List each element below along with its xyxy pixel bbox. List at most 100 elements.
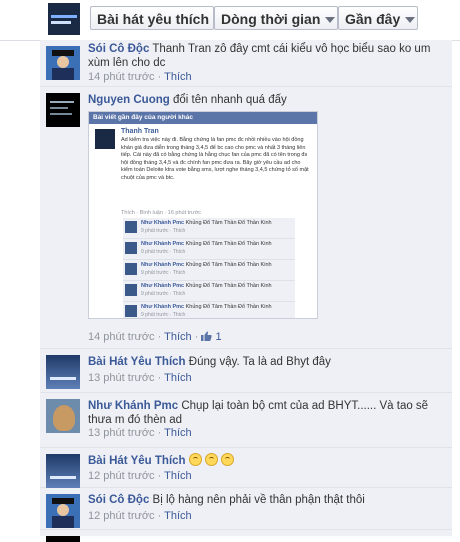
avatar[interactable] — [46, 454, 80, 488]
reply-name: Như Khánh Pmc — [141, 220, 185, 226]
filter-page-name-button[interactable]: Bài hát yêu thích — [90, 6, 214, 30]
comment-item: Bài Hát Yêu Thích 12 phút trước · Thích — [40, 448, 452, 488]
reply-name: Như Khánh Pmc — [141, 241, 185, 247]
filter-label: Gần đây — [345, 11, 401, 27]
comment-text: Đúng vậy. Ta là ad Bhyt đây — [188, 356, 331, 368]
reply-tail: Đổ Tâm Thần Đổ Thần Kinh — [203, 241, 272, 247]
page-thumbnail[interactable] — [48, 3, 80, 35]
comment-body: Sói Cô Độc Thanh Tran zô đây cmt cái kiể… — [88, 42, 444, 70]
screenshot-text: Ad kiểm tra việc này đi. Bằng chứng là f… — [121, 137, 309, 181]
avatar[interactable] — [46, 494, 80, 528]
separator: · — [194, 331, 199, 343]
reply-tail: Đổ Tâm Thần Đổ Thần Kinh — [203, 220, 272, 226]
comment-meta: 14 phút trước · Thích — [88, 71, 192, 83]
chevron-down-icon — [325, 17, 336, 24]
commenter-name-link[interactable]: Bài Hát Yêu Thích — [88, 356, 186, 368]
comment-time[interactable]: 13 phút trước — [88, 372, 155, 384]
like-link[interactable]: Thích — [164, 372, 192, 384]
comment-meta: 13 phút trước · Thích — [88, 427, 192, 439]
filter-label: Bài hát yêu thích — [97, 11, 210, 27]
avatar[interactable] — [46, 46, 80, 80]
comment-time[interactable]: 14 phút trước — [88, 331, 155, 343]
avatar[interactable] — [46, 93, 80, 127]
emoticon-icon — [220, 453, 234, 466]
reply-tail: Đổ Tâm Thần Đổ Thần Kinh — [203, 283, 272, 289]
reply-time: 9 phút trước · Thích — [141, 228, 186, 234]
avatar[interactable] — [46, 355, 80, 389]
commenter-name-link[interactable]: Sói Cô Độc — [88, 494, 149, 506]
separator: · — [157, 372, 162, 384]
comment-time[interactable]: 14 phút trước — [88, 71, 155, 83]
chevron-down-icon — [405, 17, 416, 24]
comment-text: đổi tên nhanh quá đấy — [172, 94, 287, 106]
comment-body: Bài Hát Yêu Thích Đúng vậy. Ta là ad Bhy… — [88, 355, 444, 369]
reply-text: Khủng — [185, 220, 202, 226]
avatar[interactable] — [46, 536, 80, 542]
comment-item: Như Khánh Pmc Chụp lại toàn bộ cmt của a… — [40, 393, 452, 448]
comment-body: Sói Cô Độc Bị lộ hàng nên phải về thân p… — [88, 493, 444, 507]
comment-body: Nguyen Cuong đổi tên nhanh quá đấy — [88, 93, 444, 107]
comment-item: Bài Hát Yêu Thích Đúng vậy. Ta là ad Bhy… — [40, 349, 452, 393]
like-count-value: 1 — [215, 331, 222, 343]
filter-timeline-dropdown[interactable]: Dòng thời gian — [214, 6, 338, 30]
separator: · — [157, 510, 162, 522]
commenter-name-link[interactable]: Nguyen Cuong — [88, 94, 170, 106]
screenshot-reply: Như Khánh Pmc Khủng Đổ Tâm Thần Đổ Thần … — [123, 302, 295, 318]
like-link[interactable]: Thích — [164, 331, 192, 343]
like-link[interactable]: Thích — [164, 510, 192, 522]
emoticon-icon — [204, 453, 218, 466]
screenshot-reply: Như Khánh Pmc Khủng Đổ Tâm Thần Đổ Thần … — [123, 260, 295, 281]
filter-label: Dòng thời gian — [221, 11, 321, 27]
like-link[interactable]: Thích — [164, 71, 192, 83]
reply-time: 9 phút trước · Thích — [141, 249, 186, 255]
reply-name: Như Khánh Pmc — [141, 304, 185, 310]
comment-item: Sói Cô Độc Thanh Tran zô đây cmt cái kiể… — [40, 40, 452, 87]
comment-body: Bài Hát Yêu Thích — [88, 453, 444, 468]
reply-text: Khủng — [185, 304, 202, 310]
like-link[interactable]: Thích — [164, 470, 192, 482]
separator: · — [157, 470, 162, 482]
comment-time[interactable]: 12 phút trước — [88, 510, 155, 522]
commenter-name-link[interactable]: Sói Cô Độc — [88, 43, 149, 55]
commenter-name-link[interactable]: Như Khánh Pmc — [88, 400, 178, 412]
screenshot-reply: Như Khánh Pmc Khủng Đổ Tâm Thần Đổ Thần … — [123, 239, 295, 260]
filter-bar: Bài hát yêu thích Dòng thời gian Gần đây — [0, 0, 460, 41]
like-link[interactable]: Thích — [164, 427, 192, 439]
avatar[interactable] — [46, 399, 80, 433]
attached-screenshot[interactable]: Bài viết gần đây của người khác Thanh Tr… — [88, 111, 318, 319]
comment-feed: Sói Cô Độc Thanh Tran zô đây cmt cái kiể… — [40, 40, 452, 542]
reply-name: Như Khánh Pmc — [141, 283, 185, 289]
reply-text: Khủng — [185, 262, 202, 268]
comment-time[interactable]: 12 phút trước — [88, 470, 155, 482]
comment-item: Nguyen Cuong đổi tên nhanh quá đấy Bài v… — [40, 87, 452, 349]
commenter-name-link[interactable]: Bài Hát Yêu Thích — [88, 455, 186, 467]
comment-body: Như Khánh Pmc Chụp lại toàn bộ cmt của a… — [88, 399, 444, 427]
reply-time: 9 phút trước · Thích — [141, 291, 186, 297]
reply-text: Khủng — [185, 283, 202, 289]
separator: · — [157, 427, 162, 439]
screenshot-name: Thanh Tran — [121, 128, 159, 135]
filter-recent-dropdown[interactable]: Gần đây — [338, 6, 418, 30]
reply-tail: Đổ Tâm Thần Đổ Thần Kinh — [203, 262, 272, 268]
comment-meta: 14 phút trước · Thích · 1 — [88, 331, 222, 343]
comment-meta: 12 phút trước · Thích — [88, 510, 192, 522]
emoticon-icon — [188, 453, 202, 466]
comment-time[interactable]: 13 phút trước — [88, 427, 155, 439]
reply-tail: Đổ Tâm Thần Đổ Thần Kinh — [203, 304, 272, 310]
comment-item: Sói Cô Độc Bị lộ hàng nên phải về thân p… — [40, 488, 452, 530]
reply-time: 9 phút trước · Thích — [141, 312, 186, 318]
screenshot-reply: Như Khánh Pmc Khủng Đổ Tâm Thần Đổ Thần … — [123, 218, 295, 239]
comment-text: Bị lộ hàng nên phải về thân phận thật th… — [152, 494, 365, 506]
screenshot-meta: Thích · Bình luận · 16 phút trước — [121, 210, 202, 216]
reply-text: Khủng — [185, 241, 202, 247]
comment-item — [40, 530, 452, 542]
like-count[interactable]: 1 — [201, 331, 222, 343]
comment-meta: 13 phút trước · Thích — [88, 372, 192, 384]
comment-meta: 12 phút trước · Thích — [88, 470, 192, 482]
separator: · — [157, 71, 162, 83]
thumbs-up-icon — [201, 331, 213, 341]
screenshot-reply: Như Khánh Pmc Khủng Đổ Tâm Thần Đổ Thần … — [123, 281, 295, 302]
reply-name: Như Khánh Pmc — [141, 262, 185, 268]
reply-time: 9 phút trước · Thích — [141, 270, 186, 276]
screenshot-header: Bài viết gần đây của người khác — [89, 112, 317, 124]
